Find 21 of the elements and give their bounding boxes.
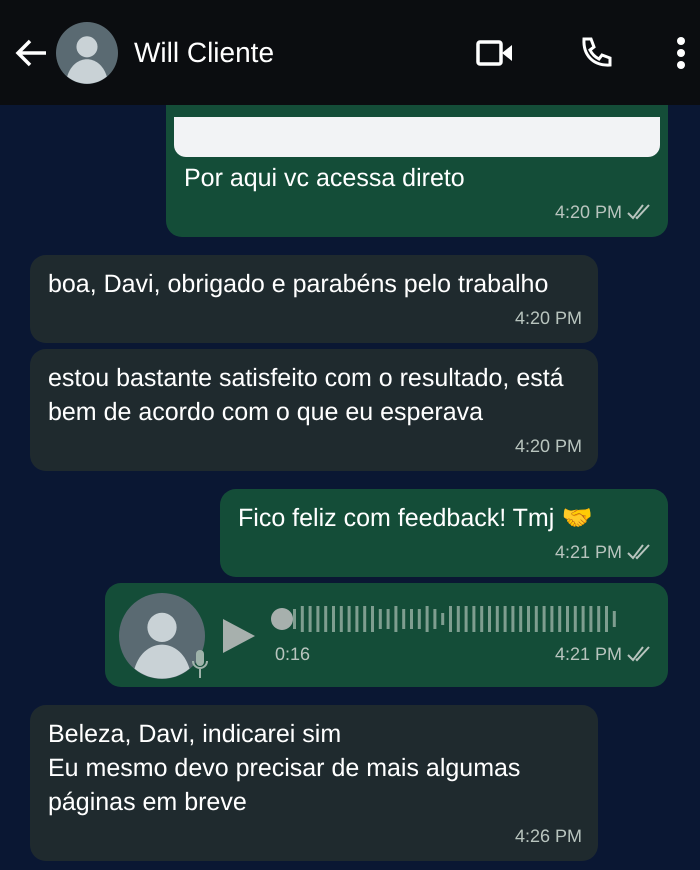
seek-thumb[interactable]	[271, 608, 293, 630]
message-time: 4:21 PM	[554, 541, 622, 564]
message-time: 4:21 PM	[554, 643, 622, 666]
message-time: 4:26 PM	[514, 825, 582, 848]
message-text: Fico feliz com feedback! Tmj 🤝	[238, 503, 594, 534]
message-time: 4:20 PM	[514, 435, 582, 458]
avatar-icon	[119, 593, 205, 679]
contact-name[interactable]: Will Cliente	[134, 32, 468, 74]
video-call-icon[interactable]	[476, 38, 514, 66]
message-text: boa, Davi, obrigado e parabéns pelo trabalho	[48, 269, 550, 300]
message-text: Beleza, Davi, indicarei sim Eu mesmo devo precisar de mais algumas páginas em breve	[48, 719, 522, 818]
back-arrow-icon[interactable]	[14, 38, 48, 68]
play-icon[interactable]	[221, 617, 255, 655]
more-options-icon[interactable]	[676, 36, 686, 70]
avatar-icon	[56, 22, 118, 84]
message-time: 4:20 PM	[514, 307, 582, 330]
microphone-icon	[191, 649, 209, 679]
message-text: estou bastante satisfeito com o resultado, está bem de acordo com o que eu esperava	[48, 363, 565, 428]
voice-duration: 0:16	[275, 643, 312, 666]
message-time: 4:20 PM	[554, 201, 622, 224]
message-text: Por aqui vc acessa direto	[184, 163, 466, 194]
